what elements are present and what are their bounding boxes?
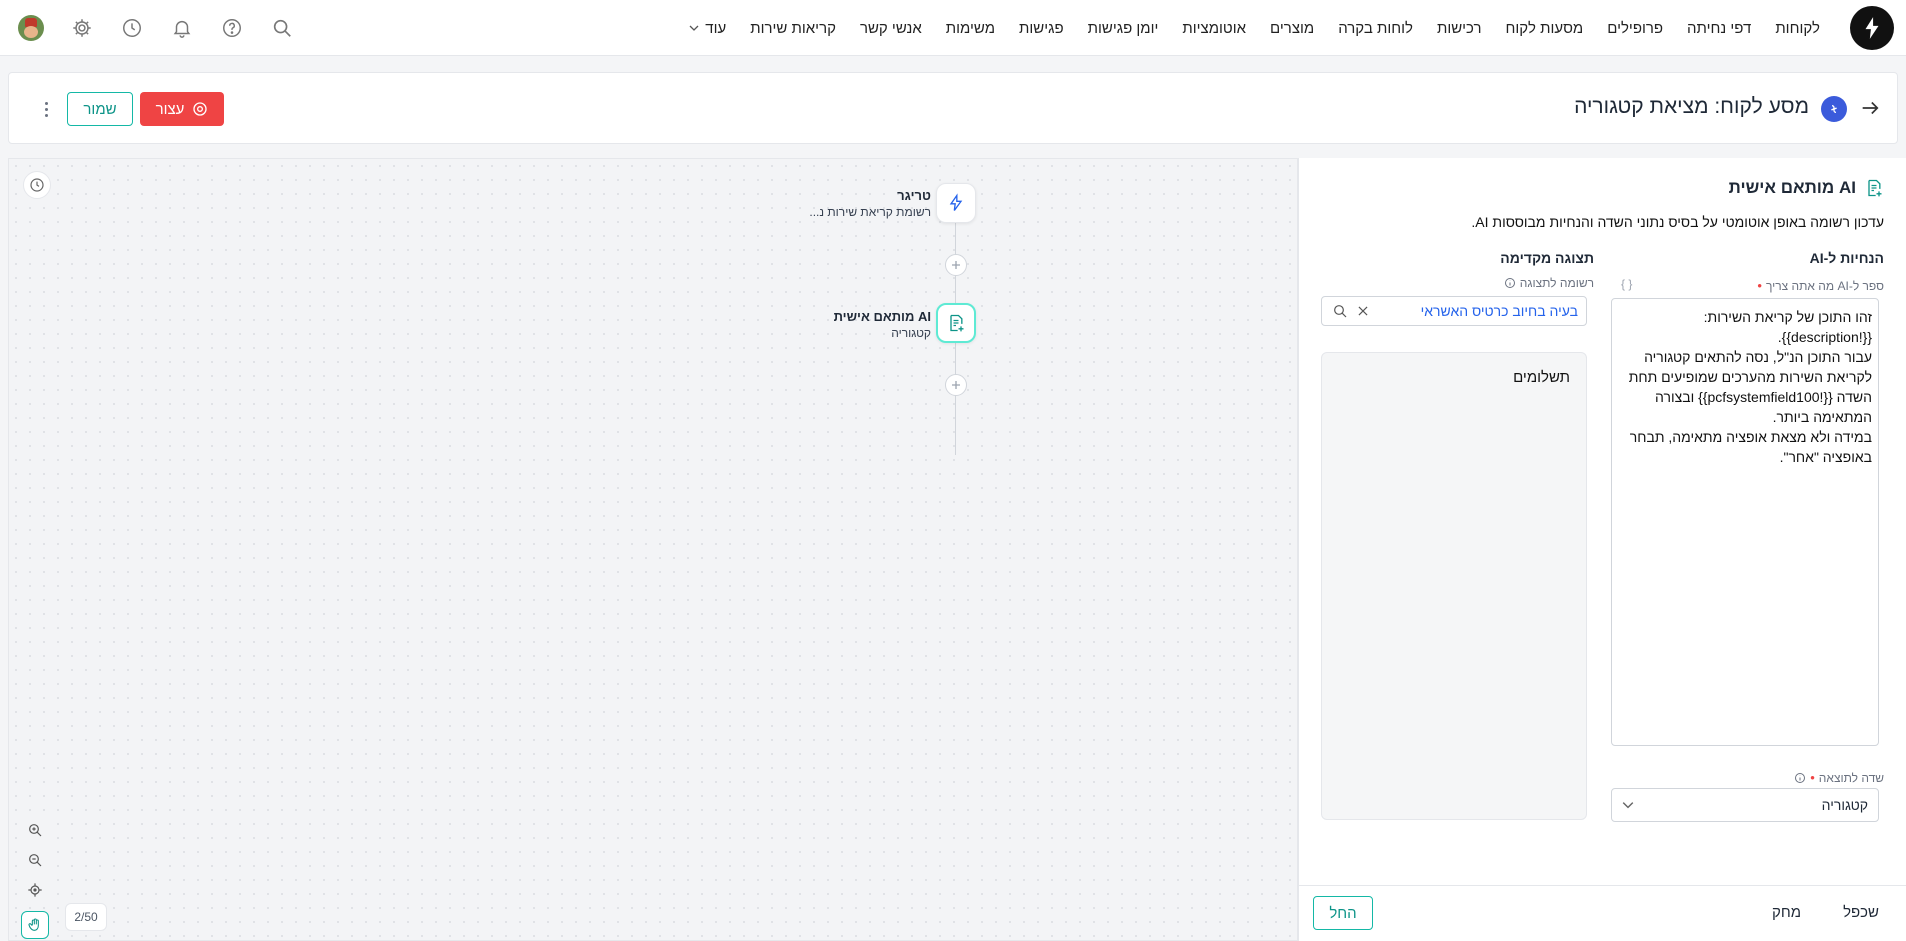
fit-view-icon[interactable] xyxy=(21,877,49,903)
pan-hand-icon[interactable] xyxy=(21,911,49,939)
nav-more-label: עוד xyxy=(705,19,727,37)
add-step-button[interactable] xyxy=(945,254,967,276)
preview-sublabel: רשומה לתצוגה xyxy=(1504,276,1594,290)
journey-header: מסע לקוח: מציאת קטגוריה עצור שמור xyxy=(8,72,1898,144)
apply-button[interactable]: החל xyxy=(1313,896,1373,930)
notifications-bell-icon[interactable] xyxy=(170,16,194,40)
history-clock-icon[interactable] xyxy=(120,16,144,40)
nav-profiles[interactable]: פרופילים xyxy=(1607,20,1663,37)
search-icon[interactable] xyxy=(270,16,294,40)
main-nav: לקוחות דפי נחיתה פרופילים מסעות לקוח רכי… xyxy=(689,0,1820,56)
output-field-label: שדה לתוצאה • xyxy=(1794,770,1884,785)
output-field-value: קטגוריה xyxy=(1821,797,1868,813)
info-icon xyxy=(1504,278,1515,288)
instructions-line: במידה ולא מצאת אופציה מתאימה, תבחר באופצ… xyxy=(1629,429,1872,465)
trigger-node-subtitle: רשומת קריאת שירות נ... xyxy=(809,205,931,219)
required-indicator: • xyxy=(1810,770,1815,785)
trigger-node-label: טריגר רשומת קריאת שירות נ... xyxy=(809,188,931,219)
zoom-in-icon[interactable] xyxy=(21,817,49,843)
info-icon xyxy=(1795,772,1806,783)
stop-label: עצור xyxy=(155,100,185,118)
chevron-down-icon xyxy=(1622,802,1634,809)
nav-service-calls[interactable]: קריאות שירות xyxy=(750,20,836,37)
nav-dashboards[interactable]: לוחות בקרה xyxy=(1338,20,1413,37)
instructions-sublabel-text: ספר ל-AI מה אתה צריך xyxy=(1765,278,1884,293)
nav-meetings[interactable]: פגישות xyxy=(1019,20,1064,37)
ai-node-subtitle: קטגוריה xyxy=(891,326,931,340)
panel-footer: החל מחק שכפל xyxy=(1299,885,1906,941)
nav-contacts[interactable]: אנשי קשר xyxy=(860,20,922,37)
step-counter: 2/50 xyxy=(65,903,107,931)
preview-search-input[interactable] xyxy=(1370,303,1586,319)
instructions-heading: הנחיות ל-AI xyxy=(1809,250,1884,266)
clear-x-icon[interactable] xyxy=(1356,304,1370,318)
canvas-history-icon[interactable] xyxy=(23,171,51,199)
journey-link-icon xyxy=(1821,96,1847,122)
trigger-node[interactable] xyxy=(936,183,976,223)
instructions-sublabel: ספר ל-AI מה אתה צריך • xyxy=(1757,278,1884,293)
preview-search-icons xyxy=(1322,303,1370,319)
stop-button[interactable]: עצור xyxy=(140,92,224,126)
duplicate-button[interactable]: שכפל xyxy=(1843,904,1879,921)
preview-heading: תצוגה מקדימה xyxy=(1500,250,1594,266)
plus-icon xyxy=(952,381,960,389)
avatar[interactable] xyxy=(18,15,44,41)
search-icon[interactable] xyxy=(1332,303,1348,319)
panel-header: AI מותאם אישית xyxy=(1729,178,1884,198)
settings-gear-icon[interactable] xyxy=(70,16,94,40)
zoom-out-icon[interactable] xyxy=(21,847,49,873)
instructions-textarea[interactable]: זהו התוכן של קריאת השירות: {{!descriptio… xyxy=(1611,298,1879,746)
trigger-node-title: טריגר xyxy=(897,188,931,203)
output-field-select[interactable]: קטגוריה xyxy=(1611,788,1879,822)
required-indicator: • xyxy=(1757,278,1762,293)
add-step-button[interactable] xyxy=(945,374,967,396)
instructions-line: עבור התוכן הנ"ל, נסה להתאים קטגוריה לקרי… xyxy=(1628,349,1872,425)
nav-automations[interactable]: אוטומציות xyxy=(1182,20,1246,37)
document-plus-icon xyxy=(950,314,964,332)
preview-result-box: תשלומים xyxy=(1321,352,1587,820)
nav-products[interactable]: מוצרים xyxy=(1270,20,1314,37)
ai-node-title: AI מותאם אישית xyxy=(833,309,931,324)
app-logo[interactable] xyxy=(1850,6,1894,50)
plus-icon xyxy=(952,261,960,269)
nav-more-dropdown[interactable]: עוד xyxy=(689,20,726,37)
step-settings-panel: AI מותאם אישית עדכון רשומה באופן אוטומטי… xyxy=(1298,158,1906,941)
nav-meetings-calendar[interactable]: יומן פגישות xyxy=(1088,20,1159,37)
back-arrow-icon[interactable] xyxy=(1859,97,1883,121)
chevron-down-icon xyxy=(689,25,699,31)
page-title: מסע לקוח: מציאת קטגוריה xyxy=(1574,95,1809,118)
output-field-label-text: שדה לתוצאה xyxy=(1818,770,1884,785)
ai-node-label: AI מותאם אישית קטגוריה xyxy=(834,309,931,340)
help-question-icon[interactable] xyxy=(220,16,244,40)
zoom-controls xyxy=(21,817,49,939)
nav-customer-journeys[interactable]: מסעות לקוח xyxy=(1506,20,1584,37)
top-navbar: לקוחות דפי נחיתה פרופילים מסעות לקוח רכי… xyxy=(0,0,1906,56)
nav-tasks[interactable]: משימות xyxy=(946,20,995,37)
insert-variable-button[interactable]: { } xyxy=(1621,277,1632,291)
lightning-icon xyxy=(949,193,963,211)
panel-description: עדכון רשומה באופן אוטומטי על בסיס נתוני … xyxy=(1471,214,1884,230)
instructions-line: {{!description}}. xyxy=(1777,329,1872,345)
more-options-icon[interactable] xyxy=(39,97,53,121)
bolt-logo-icon xyxy=(1865,17,1879,39)
nav-landing-pages[interactable]: דפי נחיתה xyxy=(1687,20,1751,37)
delete-button[interactable]: מחק xyxy=(1772,904,1801,921)
document-plus-icon xyxy=(1868,179,1882,197)
nav-customers[interactable]: לקוחות xyxy=(1775,20,1820,37)
ai-node[interactable] xyxy=(936,303,976,343)
panel-title: AI מותאם אישית xyxy=(1728,178,1856,197)
save-button[interactable]: שמור xyxy=(67,92,133,126)
instructions-line: זהו התוכן של קריאת השירות: xyxy=(1703,309,1872,325)
preview-result-value: תשלומים xyxy=(1513,369,1570,386)
top-icons-group xyxy=(18,0,294,56)
flow-canvas[interactable]: טריגר רשומת קריאת שירות נ... AI מותאם אי… xyxy=(8,158,1298,941)
preview-sublabel-text: רשומה לתצוגה xyxy=(1519,276,1594,290)
stop-circle-icon xyxy=(193,102,208,116)
preview-record-search xyxy=(1321,296,1587,326)
nav-purchases[interactable]: רכישות xyxy=(1437,20,1482,37)
